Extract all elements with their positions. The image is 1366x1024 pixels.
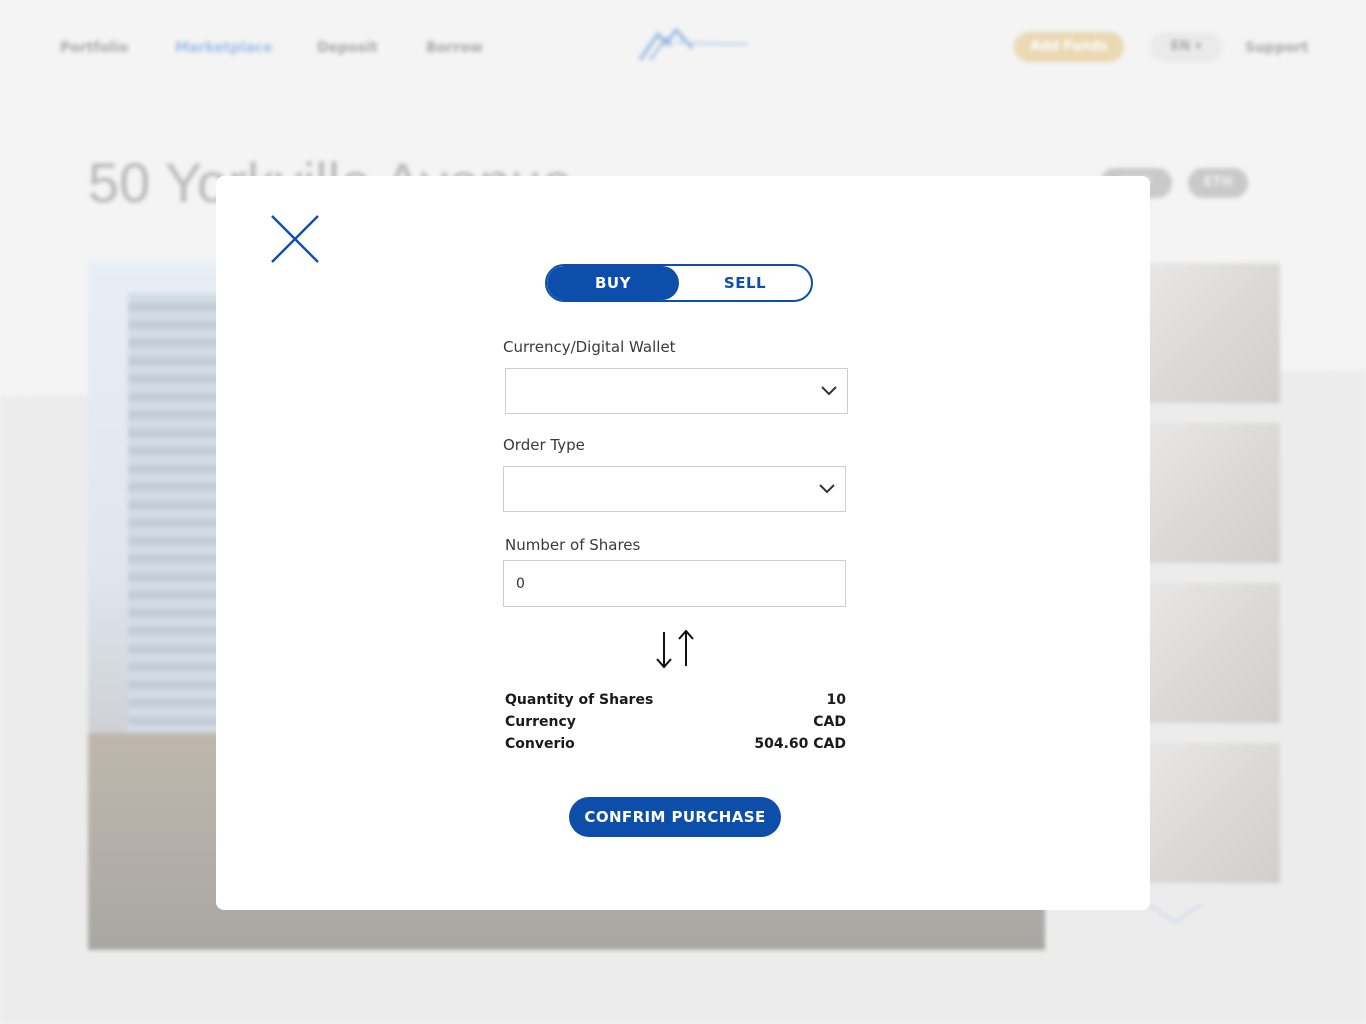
shares-label: Number of Shares [505, 536, 641, 554]
summary-row: Converio 504.60 CAD [505, 736, 846, 758]
summary-value: 10 [826, 692, 846, 708]
summary-value: 504.60 CAD [754, 736, 846, 752]
gallery-thumbnail [1140, 263, 1280, 403]
gallery-thumbnail [1140, 423, 1280, 563]
nav-portfolio: Portfolio [60, 40, 129, 56]
summary-value: CAD [813, 714, 846, 730]
swap-arrows-icon[interactable] [652, 628, 698, 670]
add-funds-button: Add Funds [1014, 32, 1124, 62]
currency-label: Currency/Digital Wallet [503, 338, 676, 356]
shares-input[interactable] [503, 560, 846, 607]
language-select: EN ▾ [1150, 32, 1222, 62]
summary-label: Quantity of Shares [505, 692, 654, 708]
currency-select[interactable] [505, 368, 848, 414]
buy-sell-toggle: BUY SELL [545, 264, 813, 302]
trade-modal: BUY SELL Currency/Digital Wallet Order T… [216, 176, 1150, 910]
summary-row: Currency CAD [505, 714, 846, 736]
nav-deposit: Deposit [317, 40, 378, 56]
sell-tab[interactable]: SELL [679, 266, 811, 300]
chevron-down-icon [821, 386, 837, 396]
mountain-logo [638, 27, 749, 61]
chevron-down-icon [819, 484, 835, 494]
top-nav: Portfolio Marketplace Deposit Borrow Add… [0, 0, 1366, 96]
close-icon[interactable] [268, 212, 322, 266]
order-summary: Quantity of Shares 10 Currency CAD Conve… [505, 692, 846, 758]
gallery-thumbnail [1140, 583, 1280, 723]
confirm-purchase-button[interactable]: CONFRIM PURCHASE [569, 797, 781, 837]
summary-label: Currency [505, 714, 576, 730]
gallery-thumbnail [1140, 743, 1280, 883]
token-pill-eth: ETH [1188, 168, 1248, 198]
gallery-down-icon [1147, 903, 1203, 924]
nav-marketplace: Marketplace [175, 40, 273, 56]
buy-tab[interactable]: BUY [547, 266, 679, 300]
order-type-select[interactable] [503, 466, 846, 512]
support-link: Support [1245, 40, 1309, 56]
nav-borrow: Borrow [426, 40, 483, 56]
summary-label: Converio [505, 736, 575, 752]
order-type-label: Order Type [503, 436, 585, 454]
summary-row: Quantity of Shares 10 [505, 692, 846, 714]
